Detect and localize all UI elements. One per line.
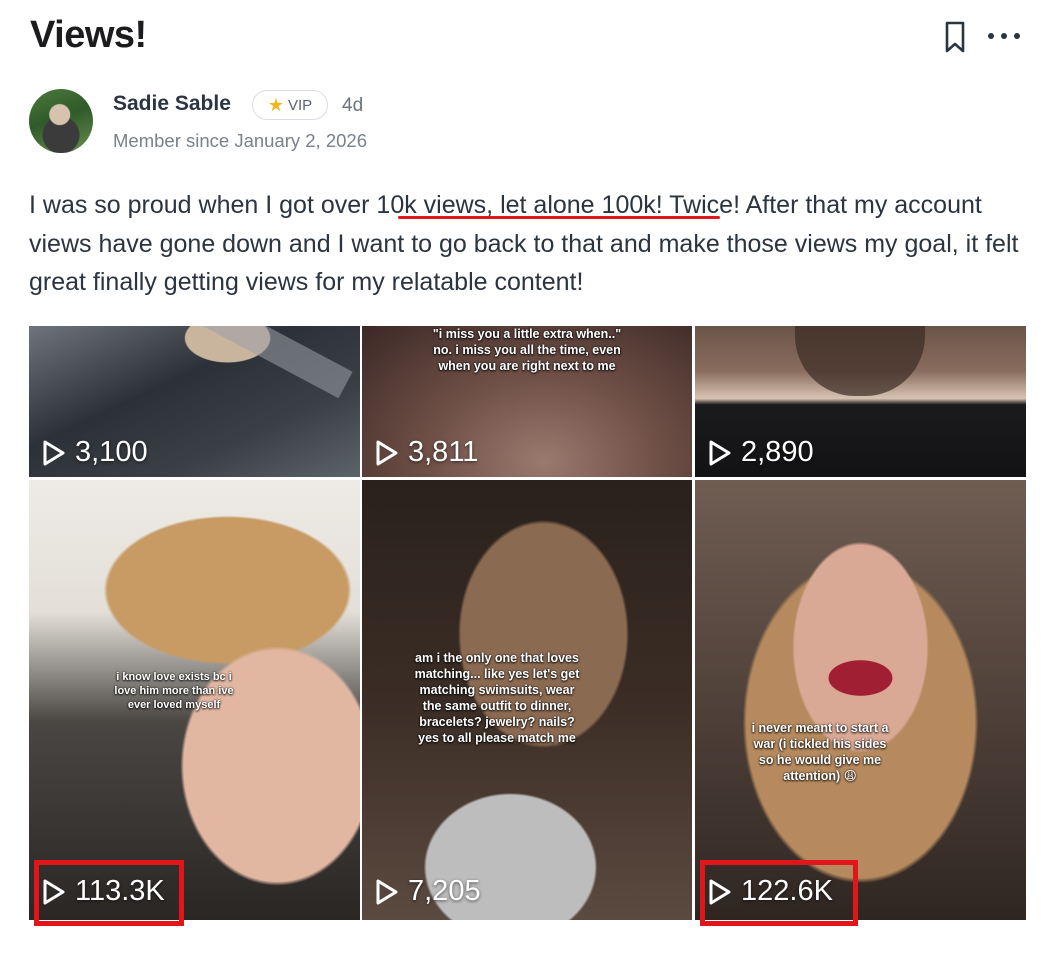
play-icon [376, 879, 398, 904]
video-caption: i know love exists bc i love him more th… [114, 671, 234, 711]
video-caption: am i the only one that loves matching...… [414, 651, 580, 745]
author-name[interactable]: Sadie Sable [113, 92, 231, 116]
view-count: 2,890 [741, 436, 814, 468]
video-tile[interactable]: i never meant to start a war (i tickled … [695, 480, 1026, 920]
member-since: Member since January 2, 2026 [113, 130, 367, 151]
play-icon [709, 440, 731, 465]
video-tile[interactable]: am i the only one that loves matching...… [362, 480, 692, 920]
star-icon: ★ [267, 95, 284, 115]
play-icon [376, 440, 398, 465]
video-caption: "i miss you a little extra when.." no. i… [432, 327, 622, 373]
vip-badge: ★ VIP [252, 90, 328, 120]
view-count: 122.6K [741, 875, 833, 907]
vip-badge-label: VIP [287, 96, 313, 114]
play-icon [43, 879, 65, 904]
video-tile[interactable]: "i miss you a little extra when.." no. i… [362, 326, 692, 477]
annotation-underline [398, 216, 720, 219]
video-caption: i never meant to start a war (i tickled … [751, 721, 889, 783]
play-icon [709, 879, 731, 904]
video-tile[interactable]: 2,890 [695, 326, 1026, 477]
post-body: I was so proud when I got over 10k views… [29, 191, 1019, 296]
avatar[interactable] [29, 89, 93, 153]
post-age: 4d [342, 95, 364, 116]
video-tile[interactable]: i know love exists bc i love him more th… [29, 480, 360, 920]
video-tile[interactable]: 3,100 [29, 326, 360, 477]
view-count: 3,100 [75, 436, 148, 468]
view-count: 7,205 [408, 875, 481, 907]
view-count: 113.3K [75, 875, 165, 907]
view-count: 3,811 [408, 436, 479, 468]
video-grid: 3,100 "i miss you a little extra when.."… [29, 326, 1026, 920]
more-options-icon[interactable] [984, 22, 1024, 50]
bookmark-icon[interactable] [940, 20, 970, 54]
play-icon [43, 440, 65, 465]
post-title: Views! [30, 14, 147, 56]
